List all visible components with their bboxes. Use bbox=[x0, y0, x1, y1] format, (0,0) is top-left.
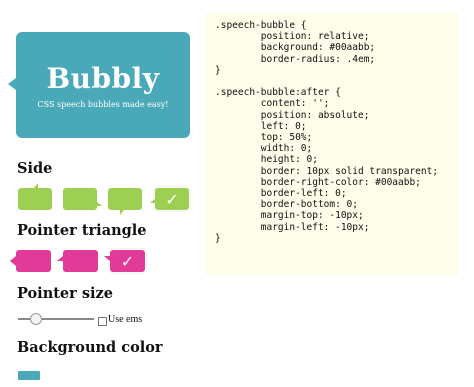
pointer-size-heading: Pointer size bbox=[17, 285, 113, 302]
checkmark-icon: ✓ bbox=[165, 189, 179, 209]
preview-title: Bubbly bbox=[46, 62, 160, 95]
code-line: .speech-bubble { bbox=[215, 20, 307, 31]
pointer-bottom-icon bbox=[120, 210, 124, 215]
code-line: position: relative; bbox=[215, 31, 370, 43]
side-option-bottom[interactable] bbox=[108, 188, 142, 215]
background-color-heading: Background color bbox=[17, 339, 163, 356]
code-line: margin-left: -10px; bbox=[215, 221, 370, 233]
triangle-option-bottom[interactable]: ✓ bbox=[104, 250, 145, 272]
preview-subtitle: CSS speech bubbles made easy! bbox=[37, 100, 169, 109]
code-line: border: 10px solid transparent; bbox=[215, 165, 439, 177]
side-heading: Side bbox=[17, 160, 53, 177]
triangle-bottom-icon bbox=[104, 256, 110, 261]
bubble-preview: Bubbly CSS speech bubbles made easy! bbox=[8, 32, 190, 138]
pointer-right-icon bbox=[97, 202, 102, 206]
code-line: border-right-color: #00aabb; bbox=[215, 176, 421, 188]
checkmark-icon: ✓ bbox=[120, 251, 135, 271]
use-ems-label: Use ems bbox=[108, 314, 143, 325]
code-line: content: ''; bbox=[215, 98, 330, 110]
code-line: border-bottom: 0; bbox=[215, 199, 358, 211]
triangle-option-full[interactable] bbox=[10, 250, 51, 272]
side-option-right[interactable] bbox=[63, 188, 102, 210]
code-line: margin-top: -10px; bbox=[215, 210, 364, 222]
use-ems-checkbox[interactable] bbox=[98, 317, 107, 326]
background-color-swatch[interactable] bbox=[18, 371, 40, 380]
pointer-triangle-heading: Pointer triangle bbox=[17, 222, 147, 239]
css-code-panel: .speech-bubble { position: relative; bac… bbox=[205, 13, 459, 275]
preview-pointer bbox=[8, 78, 16, 90]
pointer-top-icon bbox=[34, 183, 38, 188]
code-line: border-left: 0; bbox=[215, 188, 347, 200]
triangle-full-icon bbox=[10, 256, 16, 266]
side-option-top[interactable] bbox=[18, 183, 52, 210]
triangle-top-icon bbox=[57, 256, 63, 261]
code-line: .speech-bubble:after { bbox=[215, 87, 341, 99]
side-option-left[interactable]: ✓ bbox=[150, 188, 189, 210]
pointer-size-slider-thumb[interactable] bbox=[30, 313, 42, 325]
code-line: border-radius: .4em; bbox=[215, 53, 376, 65]
code-line: background: #00aabb; bbox=[215, 42, 376, 54]
code-line: } bbox=[215, 232, 221, 244]
triangle-option-top[interactable] bbox=[57, 250, 98, 272]
code-line: left: 0; bbox=[215, 120, 307, 132]
code-line: position: absolute; bbox=[215, 109, 370, 121]
code-line: width: 0; bbox=[215, 143, 313, 155]
code-line: height: 0; bbox=[215, 154, 318, 166]
pointer-left-icon bbox=[150, 199, 155, 203]
code-line: } bbox=[215, 64, 221, 76]
code-line: top: 50%; bbox=[215, 132, 313, 144]
